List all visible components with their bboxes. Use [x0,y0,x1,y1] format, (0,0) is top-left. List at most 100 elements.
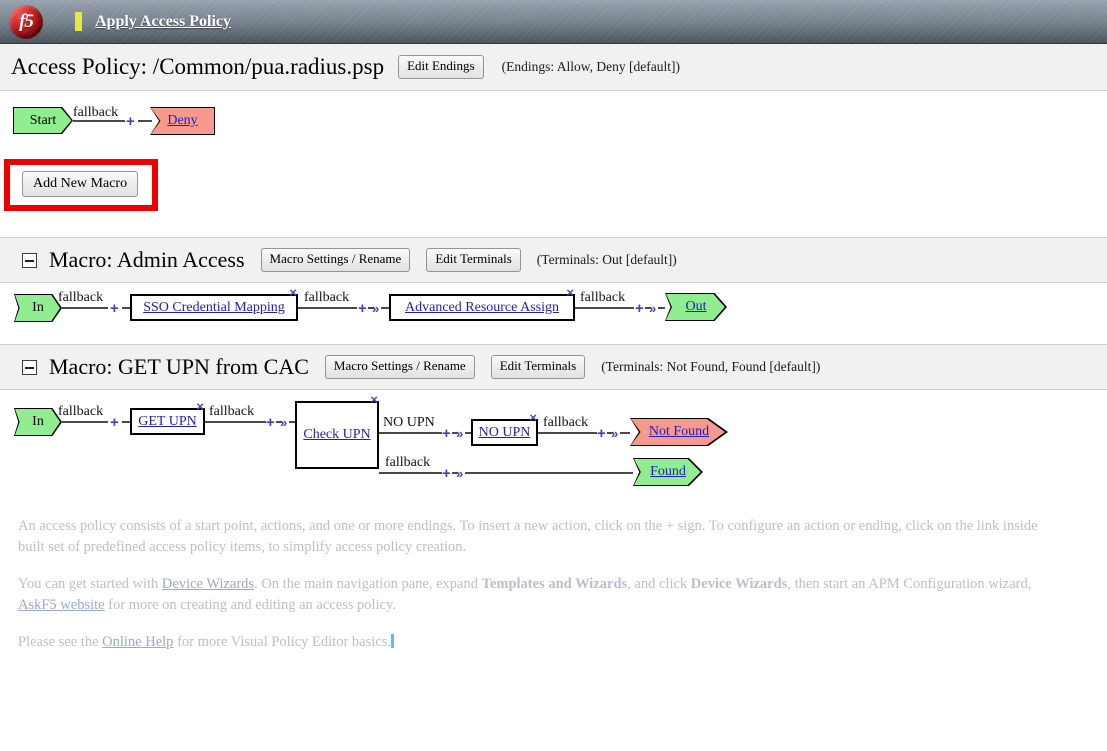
edit-terminals-button[interactable]: Edit Terminals [490,355,586,379]
macro-flow-admin-access: In fallback + SSO Credential Mapping × f… [0,283,1107,344]
connector-line [205,421,266,423]
insert-action-plus[interactable]: + [110,301,119,316]
connector-line [138,120,152,122]
close-icon[interactable]: × [370,393,378,406]
action-sso-credential-mapping[interactable]: SSO Credential Mapping × [130,286,298,321]
action-label[interactable]: Check UPN [303,427,370,443]
branch-label-fallback: fallback [58,404,104,419]
help-p1-line1: An access policy consists of a start poi… [18,518,1038,534]
macro-header-admin-access: Macro: Admin Access Macro Settings / Ren… [0,237,1107,283]
terminal-start[interactable]: Start [13,107,73,134]
help-p3-text-a: Please see the [18,634,103,651]
page-title: Access Policy: /Common/pua.radius.psp [11,54,385,79]
connector-line [658,307,665,309]
insert-action-plus[interactable]: + [266,415,275,430]
connector-line [607,432,613,434]
terminal-start-label: Start [29,112,57,128]
macro-flow-get-upn-from-cac: In fallback + GET UPN × fallback + » Che… [0,390,1107,516]
close-icon[interactable]: × [529,411,537,424]
insert-action-plus[interactable]: + [597,426,606,441]
branch-label-fallback: fallback [58,290,104,305]
templates-and-wizards-bold: Templates and Wizards [481,576,628,593]
macro-title: Macro: GET UPN from CAC [49,354,309,379]
terminals-note: (Terminals: Not Found, Found [default]) [601,359,821,374]
close-icon[interactable]: × [289,286,297,299]
action-label[interactable]: SSO Credential Mapping [143,300,285,316]
insert-action-plus[interactable]: + [358,301,367,316]
macro-title: Macro: Admin Access [49,247,245,272]
action-label[interactable]: Advanced Resource Assign [405,300,559,316]
text-cursor [390,634,394,649]
terminal-not-found-label[interactable]: Not Found [649,424,709,440]
terminal-in[interactable]: In [14,294,62,322]
device-wizards-bold: Device Wizards [690,576,788,593]
connector-line [381,307,389,309]
connector-line [620,432,630,434]
terminal-out-label[interactable]: Out [686,299,707,315]
insert-action-plus[interactable]: + [126,114,135,129]
connector-line [379,432,442,434]
app-top-bar: f5 Apply Access Policy [0,0,1107,44]
terminal-in[interactable]: In [14,408,62,436]
action-check-upn[interactable]: Check UPN × [295,393,379,469]
terminal-not-found[interactable]: Not Found [630,418,728,446]
apply-access-policy-link[interactable]: Apply Access Policy [95,13,231,31]
ending-deny[interactable]: Deny [150,107,215,135]
add-new-macro-button[interactable]: Add New Macro [22,171,139,198]
close-icon[interactable]: × [566,286,574,299]
f5-logo-text: f5 [19,11,34,32]
insert-action-plus[interactable]: + [442,466,451,481]
insert-action-plus[interactable]: + [442,426,451,441]
macro-settings-rename-button[interactable]: Macro Settings / Rename [324,355,475,379]
connector-line [538,432,597,434]
askf5-website-link[interactable]: AskF5 website [18,597,105,613]
terminal-found-label[interactable]: Found [650,464,686,480]
help-paragraph-2: You can get started with Device Wizards.… [18,574,1107,616]
insert-action-plus[interactable]: + [110,415,119,430]
branch-label-fallback: fallback [385,455,431,470]
help-paragraph-3: Please see the Online Help for more Visu… [18,632,1107,653]
help-paragraph-1: An access policy consists of a start poi… [18,516,1107,558]
insert-action-plus[interactable]: + [635,301,644,316]
branch-label-fallback: fallback [580,290,626,305]
edit-endings-button[interactable]: Edit Endings [398,55,484,79]
connector-line [452,432,458,434]
device-wizards-link[interactable]: Device Wizards [162,576,254,592]
connector-line [645,307,651,309]
connector-line [379,472,442,474]
action-advanced-resource-assign[interactable]: Advanced Resource Assign × [389,286,575,321]
connector-line [575,307,634,309]
close-icon[interactable]: × [196,400,204,413]
branch-label-fallback: fallback [543,415,589,430]
branch-label-fallback: fallback [73,105,119,120]
branch-label-fallback: fallback [304,290,350,305]
status-marker-bar [75,12,82,31]
terminal-found[interactable]: Found [633,458,703,486]
macro-header-get-upn-from-cac: Macro: GET UPN from CAC Macro Settings /… [0,344,1107,390]
connector-line [73,120,125,122]
collapse-minus-icon[interactable] [22,252,37,268]
help-p1-line2: built set of predefined access policy it… [18,539,467,556]
connector-line [276,421,282,423]
connector-line [298,307,357,309]
terminal-in-label: In [32,300,44,315]
connector-line [465,472,633,474]
add-new-macro-highlight: Add New Macro [4,159,159,212]
macro-settings-rename-button[interactable]: Macro Settings / Rename [260,248,411,272]
terminal-out[interactable]: Out [665,293,727,321]
connector-line [368,307,374,309]
action-label[interactable]: NO UPN [479,425,531,441]
help-text-block: An access policy consists of a start poi… [0,516,1107,653]
ending-deny-label[interactable]: Deny [167,113,197,129]
terminals-note: (Terminals: Out [default]) [536,252,677,267]
connector-line [122,307,130,309]
action-no-upn[interactable]: NO UPN × [471,411,538,446]
f5-logo-icon: f5 [9,4,43,39]
branch-label-no-upn: NO UPN [383,415,435,430]
action-label[interactable]: GET UPN [138,414,196,430]
collapse-minus-icon[interactable] [22,359,37,375]
endings-note: (Endings: Allow, Deny [default]) [501,59,680,74]
action-get-upn[interactable]: GET UPN × [130,400,205,435]
online-help-link[interactable]: Online Help [102,634,173,650]
edit-terminals-button[interactable]: Edit Terminals [426,248,521,272]
